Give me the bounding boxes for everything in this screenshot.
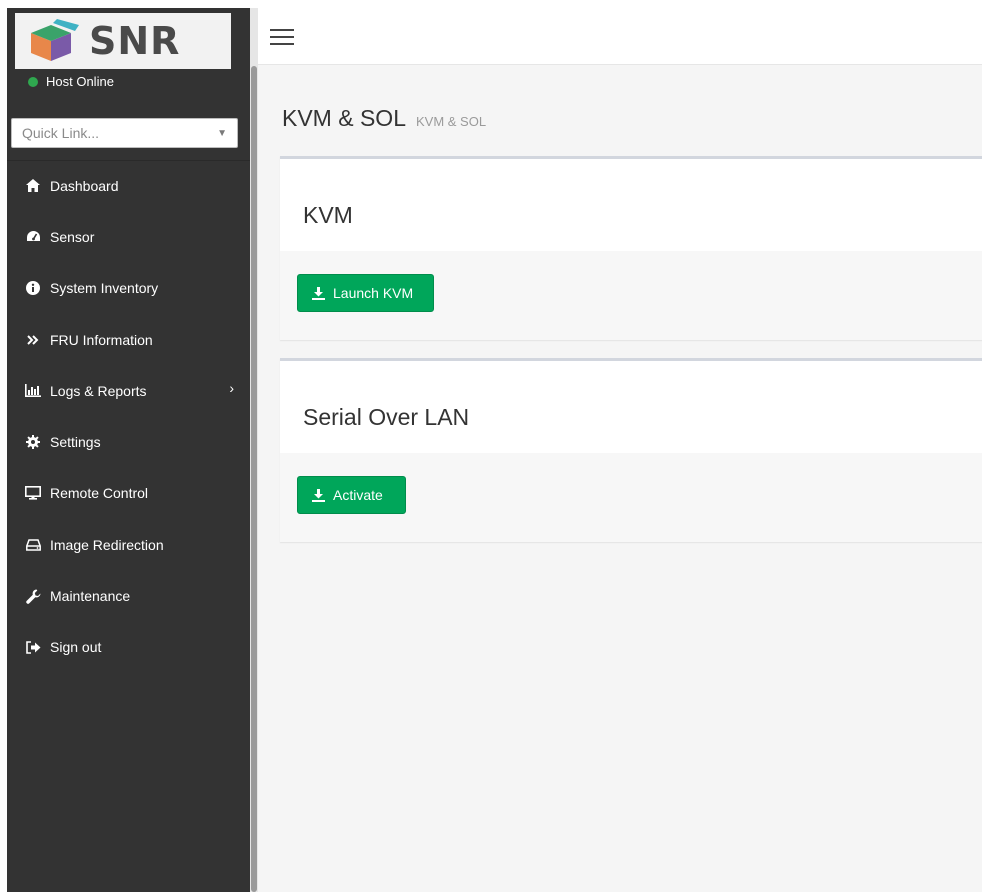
sidebar-item-label: Maintenance xyxy=(50,588,131,605)
activate-sol-button[interactable]: Activate xyxy=(297,476,406,514)
logo-text: SNR xyxy=(89,19,181,63)
sidebar-item-system-inventory[interactable]: System Inventory xyxy=(7,263,250,314)
sidebar-item-label: System Inventory xyxy=(50,280,159,297)
page-subtitle: KVM & SOL xyxy=(415,114,487,129)
home-icon xyxy=(24,179,42,193)
sidebar-nav: Dashboard Sensor System Inventory FRU In… xyxy=(7,160,250,673)
sidebar-item-label: Image Redirection xyxy=(50,536,164,553)
page-title: KVM & SOL xyxy=(282,105,406,131)
sidebar-item-label: Sensor xyxy=(50,228,95,245)
quick-link-placeholder: Quick Link... xyxy=(22,125,100,141)
launch-kvm-button[interactable]: Launch KVM xyxy=(297,274,434,312)
hdd-icon xyxy=(24,538,42,551)
sidebar-item-image-redirection[interactable]: Image Redirection xyxy=(7,519,250,570)
logo: SNR xyxy=(15,13,231,69)
download-icon xyxy=(312,488,325,502)
main-content: KVM & SOL KVM & SOL KVM Launch KVM Seria… xyxy=(258,65,982,892)
sidebar-item-label: Dashboard xyxy=(50,177,119,194)
gauge-icon xyxy=(24,230,42,243)
sidebar-item-fru-information[interactable]: FRU Information xyxy=(7,314,250,365)
scrollbar-thumb[interactable] xyxy=(251,66,257,892)
activate-label: Activate xyxy=(333,487,383,503)
sidebar-item-logs-reports[interactable]: Logs & Reports › xyxy=(7,365,250,416)
host-status: Host Online xyxy=(28,74,114,89)
sidebar-item-sensor[interactable]: Sensor xyxy=(7,211,250,262)
kvm-panel-header: KVM xyxy=(280,159,982,251)
monitor-icon xyxy=(24,486,42,501)
sol-panel-title: Serial Over LAN xyxy=(303,404,470,430)
bar-chart-icon xyxy=(24,384,42,398)
gear-icon xyxy=(24,435,42,450)
sol-panel-header: Serial Over LAN xyxy=(280,361,982,453)
sidebar-item-maintenance[interactable]: Maintenance xyxy=(7,570,250,621)
sol-panel: Serial Over LAN Activate xyxy=(280,358,982,542)
launch-kvm-label: Launch KVM xyxy=(333,285,414,301)
hamburger-menu-icon[interactable] xyxy=(270,28,294,51)
chevron-right-icon: › xyxy=(229,380,234,397)
sidebar-item-label: Settings xyxy=(50,434,101,451)
sidebar-item-settings[interactable]: Settings xyxy=(7,416,250,467)
sidebar-scrollbar[interactable] xyxy=(250,8,258,892)
kvm-panel-title: KVM xyxy=(303,202,353,228)
info-icon xyxy=(24,281,42,296)
double-chevron-icon xyxy=(24,334,42,345)
quick-link-select[interactable]: Quick Link... ▼ xyxy=(11,118,238,148)
sidebar-item-label: Sign out xyxy=(50,639,102,656)
sign-out-icon xyxy=(24,641,42,654)
host-status-label: Host Online xyxy=(46,74,114,89)
download-icon xyxy=(312,286,325,300)
top-bar xyxy=(258,8,982,65)
snr-logo-icon xyxy=(31,19,79,61)
kvm-panel: KVM Launch KVM xyxy=(280,156,982,340)
sidebar-item-label: Remote Control xyxy=(50,485,149,502)
sidebar-item-dashboard[interactable]: Dashboard xyxy=(7,160,250,211)
status-dot-icon xyxy=(28,76,38,87)
sidebar-item-label: FRU Information xyxy=(50,331,153,348)
sidebar-item-label: Logs & Reports xyxy=(50,382,147,399)
sidebar-item-remote-control[interactable]: Remote Control xyxy=(7,468,250,519)
page-header: KVM & SOL KVM & SOL xyxy=(282,105,486,132)
caret-down-icon: ▼ xyxy=(217,127,227,139)
sidebar-item-sign-out[interactable]: Sign out xyxy=(7,622,250,673)
wrench-icon xyxy=(24,589,42,604)
